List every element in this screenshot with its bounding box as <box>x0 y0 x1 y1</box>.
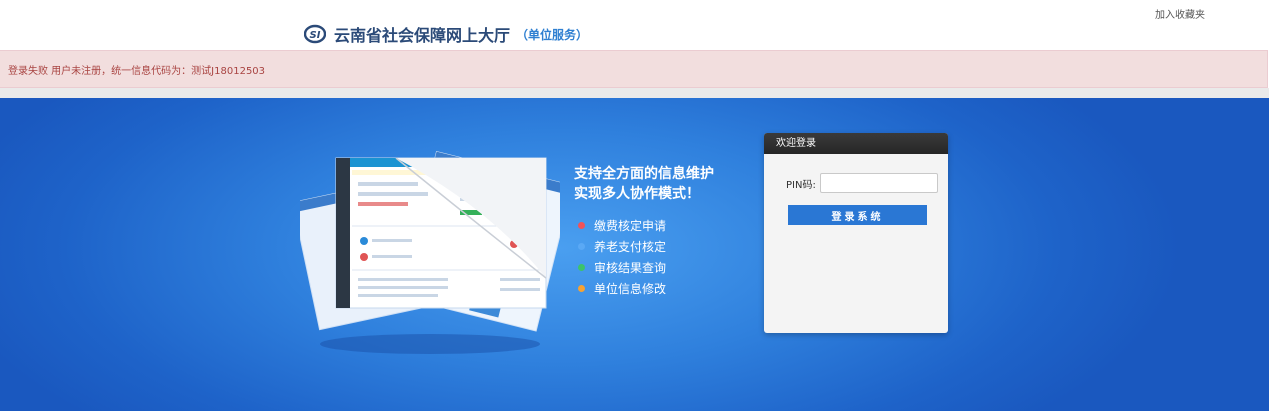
slogan-line-1: 支持全方面的信息维护 <box>574 166 714 182</box>
feature-label: 审核结果查询 <box>594 261 667 275</box>
pin-row: PIN码: <box>786 173 938 193</box>
login-panel: 欢迎登录 PIN码: 登录系统 <box>764 133 948 333</box>
blue-dot-icon <box>578 243 585 250</box>
error-message: 登录失败 用户未注册，统一信息代码为：测试J18012503 <box>8 66 266 77</box>
feature-item: 养老支付核定 <box>578 236 666 257</box>
add-favorite-link[interactable]: 加入收藏夹 <box>1155 6 1205 21</box>
feature-label: 缴费核定申请 <box>594 219 667 233</box>
red-dot-icon <box>578 222 585 229</box>
login-button[interactable]: 登录系统 <box>788 205 927 225</box>
slogan: 支持全方面的信息维护 实现多人协作模式！ <box>574 164 714 204</box>
feature-list: 缴费核定申请 养老支付核定 审核结果查询 单位信息修改 <box>578 215 666 299</box>
si-logo-icon: SI <box>304 24 326 44</box>
pin-label: PIN码: <box>786 179 816 191</box>
site-logo: SI 云南省社会保障网上大厅 （单位服务） <box>304 22 588 46</box>
screens-illustration <box>300 151 560 354</box>
feature-item: 单位信息修改 <box>578 278 666 299</box>
login-title: 欢迎登录 <box>764 133 948 154</box>
pin-input[interactable] <box>819 173 938 193</box>
error-alert: 登录失败 用户未注册，统一信息代码为：测试J18012503 <box>0 50 1268 88</box>
green-dot-icon <box>578 264 585 271</box>
feature-item: 缴费核定申请 <box>578 215 666 236</box>
orange-dot-icon <box>578 285 585 292</box>
feature-item: 审核结果查询 <box>578 257 666 278</box>
slogan-line-2: 实现多人协作模式！ <box>574 186 700 202</box>
site-subtitle: （单位服务） <box>516 27 589 42</box>
top-bar: 加入收藏夹 SI 云南省社会保障网上大厅 （单位服务） <box>0 0 1269 50</box>
feature-label: 养老支付核定 <box>594 240 667 254</box>
hero-banner: 支持全方面的信息维护 实现多人协作模式！ 缴费核定申请 养老支付核定 审核结果查… <box>0 98 1269 411</box>
divider-bar <box>0 88 1269 98</box>
feature-label: 单位信息修改 <box>594 282 667 296</box>
site-title: 云南省社会保障网上大厅 <box>334 26 511 45</box>
svg-text:SI: SI <box>310 30 321 41</box>
